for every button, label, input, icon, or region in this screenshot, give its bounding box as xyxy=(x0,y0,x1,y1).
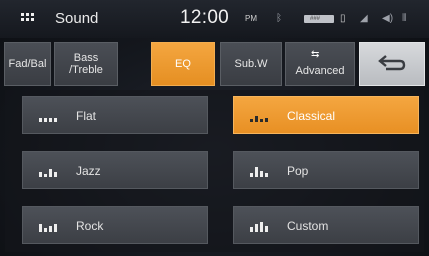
eq-rock-icon xyxy=(39,220,59,232)
back-button[interactable] xyxy=(359,42,425,86)
eq-pop-icon xyxy=(250,165,270,177)
tab-sub-w[interactable]: Sub.W xyxy=(220,42,282,86)
tab-advanced[interactable]: ⇆ Advanced xyxy=(285,42,355,86)
preset-pop[interactable]: Pop xyxy=(233,151,419,189)
tab-fad-bal[interactable]: Fad/Bal xyxy=(4,42,51,86)
clock-time: 12:00 xyxy=(180,7,230,28)
status-bar: Sound 12:00 PM ᛒ ### ▯ ◢ ◀) ⦀ xyxy=(0,0,429,38)
tab-bass-treble[interactable]: Bass /Treble xyxy=(54,42,118,86)
battery-icon: ### xyxy=(304,15,334,23)
eq-preset-grid: Flat Classical Jazz Pop Rock Custom xyxy=(5,90,424,252)
preset-flat[interactable]: Flat xyxy=(22,96,208,134)
sound-tabs: Fad/Bal Bass /Treble EQ Sub.W ⇆ Advanced xyxy=(4,42,425,88)
antenna-icon: ⦀ xyxy=(402,13,407,24)
swap-arrows-icon: ⇆ xyxy=(311,48,320,60)
screen-title: Sound xyxy=(55,10,99,27)
preset-jazz[interactable]: Jazz xyxy=(22,151,208,189)
preset-rock[interactable]: Rock xyxy=(22,206,208,244)
clock-ampm: PM xyxy=(245,14,257,23)
sound-eq-screen: Sound 12:00 PM ᛒ ### ▯ ◢ ◀) ⦀ Fad/Bal Ba… xyxy=(0,0,429,256)
eq-flat-icon xyxy=(39,110,59,122)
eq-classical-icon xyxy=(250,110,270,122)
status-icons: ᛒ ### ▯ ◢ ◀) ⦀ xyxy=(276,12,426,26)
phone-icon: ▯ xyxy=(340,13,346,24)
back-arrow-icon xyxy=(378,55,406,71)
preset-custom[interactable]: Custom xyxy=(233,206,419,244)
grid-menu-icon[interactable] xyxy=(21,13,35,23)
bluetooth-icon: ᛒ xyxy=(276,13,282,24)
tab-eq[interactable]: EQ xyxy=(151,42,215,86)
signal-icon: ◢ xyxy=(360,13,368,24)
volume-icon: ◀) xyxy=(382,13,394,24)
preset-classical[interactable]: Classical xyxy=(233,96,419,134)
eq-custom-icon xyxy=(250,220,270,232)
eq-jazz-icon xyxy=(39,165,59,177)
